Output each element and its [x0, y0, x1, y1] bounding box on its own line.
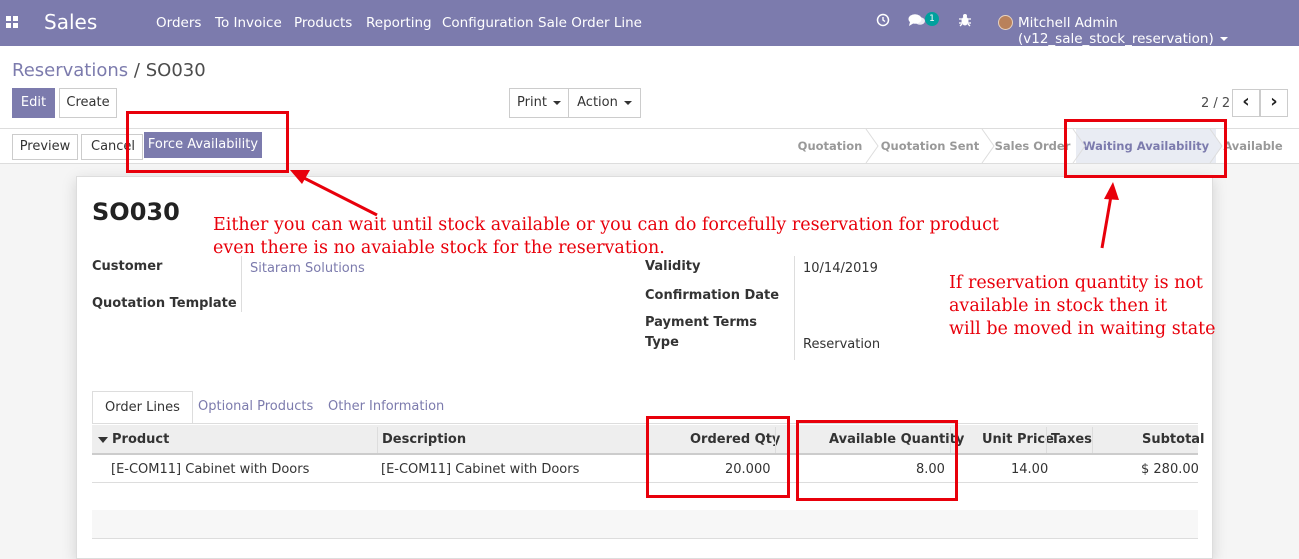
pager-next-icon[interactable]: › — [1260, 89, 1288, 117]
edit-button[interactable]: Edit — [12, 88, 55, 118]
table-header: Product Description Ordered Qty Availabl… — [92, 425, 1205, 455]
col-taxes[interactable]: Taxes — [1051, 432, 1092, 447]
stage-sales-order[interactable]: Sales Order — [990, 129, 1075, 163]
create-button[interactable]: Create — [59, 88, 117, 118]
quotation-template-label: Quotation Template — [92, 296, 237, 311]
chevron-down-icon — [623, 100, 632, 105]
payment-terms-label: Payment Terms — [645, 315, 758, 330]
chevron-down-icon — [552, 100, 561, 105]
annotation-note-waiting: If reservation quantity is not available… — [949, 273, 1216, 339]
col-unit-price[interactable]: Unit Price — [982, 432, 1054, 447]
tab-other-information[interactable]: Other Information — [316, 391, 456, 424]
empty-table-row — [92, 510, 1198, 538]
menu-to-invoice[interactable]: To Invoice — [215, 15, 282, 31]
cell-subtotal[interactable]: $ 280.00 — [1141, 462, 1199, 477]
row-divider — [92, 482, 1198, 483]
menu-reporting[interactable]: Reporting — [366, 15, 432, 31]
column-divider — [1092, 427, 1093, 453]
sort-caret-icon[interactable] — [98, 437, 108, 443]
column-divider — [377, 427, 378, 453]
customer-label: Customer — [92, 259, 163, 274]
breadcrumb-separator: / — [133, 60, 140, 81]
preview-button[interactable]: Preview — [12, 134, 78, 160]
menu-configuration[interactable]: Configuration — [442, 15, 534, 31]
col-description[interactable]: Description — [382, 432, 466, 447]
validity-label: Validity — [645, 259, 701, 274]
annotation-note-force: Either you can wait until stock availabl… — [213, 215, 999, 258]
annotation-box-available — [796, 420, 958, 501]
pager-value: 2 / 2 — [1201, 96, 1231, 111]
tab-order-lines[interactable]: Order Lines — [92, 391, 193, 424]
column-divider — [1046, 427, 1047, 453]
user-menu[interactable]: Mitchell Admin (v12_sale_stock_reservati… — [1018, 15, 1299, 47]
tab-underline — [92, 423, 1198, 424]
app-brand[interactable]: Sales — [44, 10, 97, 34]
action-button[interactable]: Action — [568, 88, 641, 118]
confirmation-date-label: Confirmation Date — [645, 288, 780, 303]
apps-menu-icon[interactable] — [6, 16, 20, 30]
user-name: Mitchell Admin (v12_sale_stock_reservati… — [1018, 15, 1214, 47]
field-divider — [794, 256, 795, 360]
breadcrumb-parent[interactable]: Reservations — [12, 60, 128, 81]
debug-bug-icon[interactable] — [958, 13, 972, 31]
chat-icon[interactable] — [908, 13, 926, 31]
breadcrumb-current: SO030 — [145, 60, 206, 81]
chat-badge: 1 — [925, 12, 939, 26]
validity-field[interactable]: 10/14/2019 — [803, 261, 878, 276]
stage-available[interactable]: Available — [1222, 129, 1284, 163]
print-label: Print — [517, 95, 547, 110]
annotation-box-force — [126, 111, 289, 173]
annotation-box-ordered — [646, 416, 790, 498]
stage-quotation-sent[interactable]: Quotation Sent — [875, 129, 985, 163]
type-label: Type — [645, 335, 679, 350]
cell-unit-price[interactable]: 14.00 — [1011, 462, 1048, 477]
menu-sale-order-line[interactable]: Sale Order Line — [538, 15, 642, 31]
top-navbar: Sales Orders To Invoice Products Reporti… — [0, 0, 1299, 47]
customer-field[interactable]: Sitaram Solutions — [250, 261, 365, 276]
menu-orders[interactable]: Orders — [156, 15, 201, 31]
menu-products[interactable]: Products — [294, 15, 352, 31]
row-divider — [92, 538, 1198, 539]
pager-previous-icon[interactable]: ‹ — [1232, 89, 1260, 117]
col-product[interactable]: Product — [112, 432, 169, 447]
print-button[interactable]: Print — [509, 88, 569, 118]
cell-product[interactable]: [E-COM11] Cabinet with Doors — [111, 462, 309, 477]
breadcrumb: Reservations / SO030 — [12, 60, 206, 81]
col-subtotal[interactable]: Subtotal — [1142, 432, 1205, 447]
cell-description[interactable]: [E-COM11] Cabinet with Doors — [381, 462, 579, 477]
user-avatar[interactable] — [998, 15, 1013, 30]
order-name: SO030 — [92, 198, 180, 226]
tab-optional-products[interactable]: Optional Products — [186, 391, 325, 424]
activity-clock-icon[interactable] — [876, 13, 890, 31]
action-label: Action — [577, 95, 618, 110]
annotation-box-waiting — [1064, 119, 1227, 178]
chevron-down-icon — [1219, 37, 1228, 41]
field-divider — [241, 256, 242, 312]
type-field[interactable]: Reservation — [803, 337, 880, 352]
stage-quotation[interactable]: Quotation — [790, 129, 870, 163]
